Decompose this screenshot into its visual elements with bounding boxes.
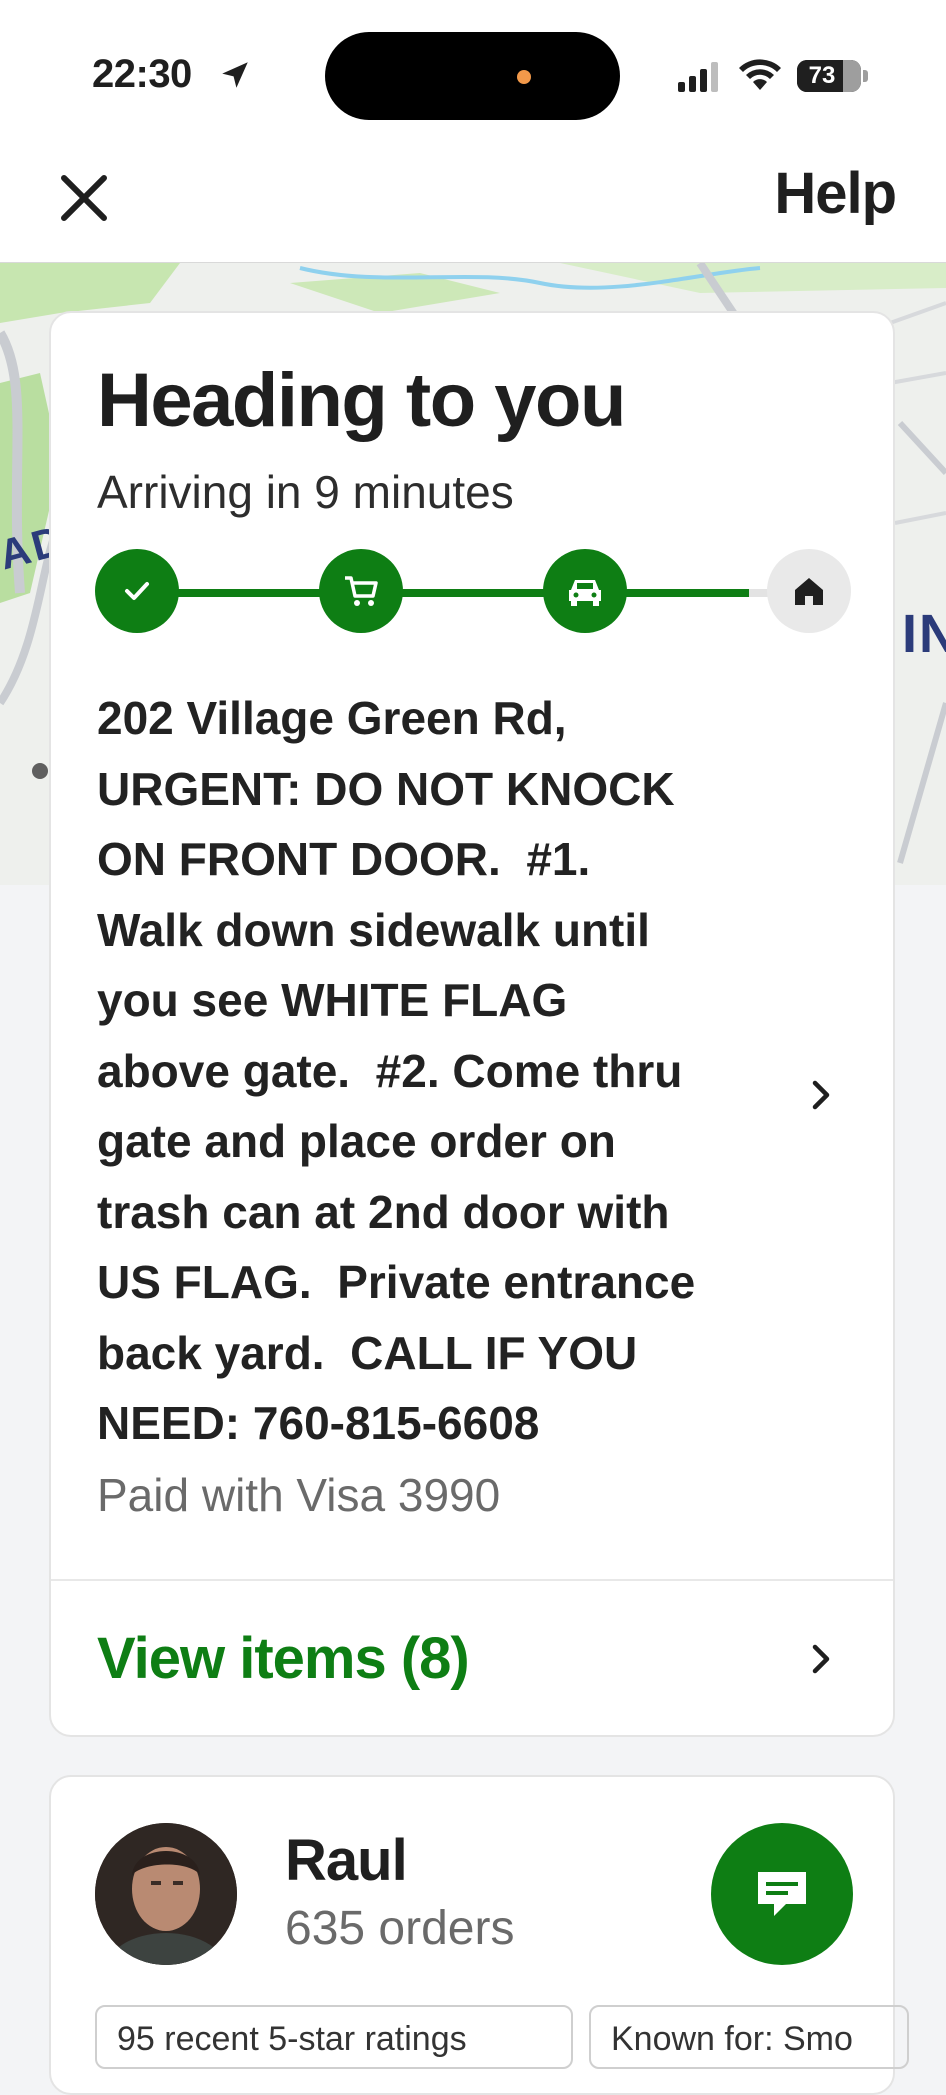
close-icon[interactable]: [56, 170, 112, 226]
cart-icon: [345, 576, 378, 606]
order-status-card: Heading to you Arriving in 9 minutes 202…: [49, 311, 895, 1737]
driver-rating-chip[interactable]: 95 recent 5-star ratings: [95, 2005, 573, 2069]
battery-level: 73: [808, 62, 836, 89]
chat-icon: [758, 1872, 806, 1916]
check-icon: [125, 582, 149, 600]
wifi-icon: [739, 59, 781, 90]
progress-track-complete: [135, 589, 749, 597]
step-shopping: [319, 549, 403, 633]
step-confirmed: [95, 549, 179, 633]
top-nav: Help: [0, 130, 946, 263]
status-bar: 22:30 73: [0, 0, 946, 130]
battery-icon: 73: [797, 60, 861, 92]
driver-order-count: 635 orders: [285, 1902, 515, 1955]
payment-method: Paid with Visa 3990: [97, 1468, 501, 1521]
step-delivered: [767, 549, 851, 633]
location-arrow-icon: [222, 62, 248, 88]
message-driver-button[interactable]: [711, 1823, 853, 1965]
order-status-title: Heading to you: [97, 358, 626, 443]
delivery-address[interactable]: 202 Village Green Rd, URGENT: DO NOT KNO…: [97, 683, 797, 1529]
dynamic-island: [325, 32, 620, 120]
driver-compliment-chip[interactable]: Known for: Smo: [589, 2005, 909, 2069]
car-icon: [569, 580, 601, 606]
chevron-right-icon[interactable]: [803, 1077, 839, 1113]
driver-card: Raul 635 orders 95 recent 5-star ratings…: [49, 1775, 909, 2095]
delivery-progress: [95, 549, 851, 635]
home-icon: [795, 578, 823, 605]
help-button[interactable]: Help: [774, 160, 897, 227]
chevron-right-icon: [812, 1644, 830, 1674]
arrival-eta: Arriving in 9 minutes: [97, 466, 514, 518]
map-area-label-right: IN: [902, 604, 946, 664]
status-time: 22:30: [92, 52, 192, 96]
driver-name: Raul: [285, 1828, 408, 1893]
driver-photo: [95, 1823, 237, 1965]
step-driving: [543, 549, 627, 633]
delivery-address-text: 202 Village Green Rd, URGENT: DO NOT KNO…: [97, 692, 696, 1449]
privacy-indicator-dot: [517, 70, 531, 84]
signal-icon: [678, 62, 718, 92]
driver-avatar: [95, 1823, 237, 1965]
view-items-label: View items (8): [97, 1626, 470, 1691]
view-items-button[interactable]: View items (8): [51, 1581, 893, 1735]
